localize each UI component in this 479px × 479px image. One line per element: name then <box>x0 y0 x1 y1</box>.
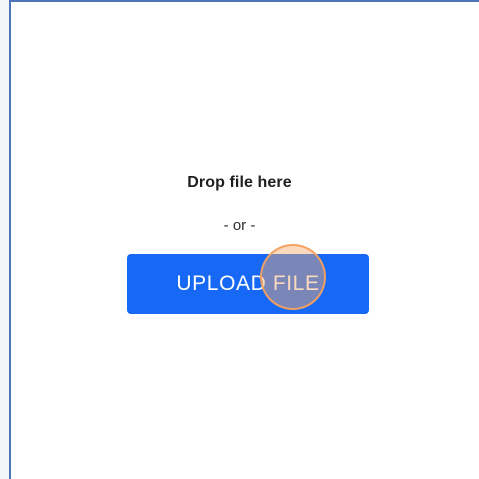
upload-file-button[interactable]: UPLOAD FILE <box>127 254 369 314</box>
or-divider: - or - <box>223 217 256 234</box>
upload-page: Drop file here - or - UPLOAD FILE <box>0 0 479 479</box>
window-left-border <box>0 0 11 479</box>
drop-zone-title: Drop file here <box>187 174 292 191</box>
file-drop-zone[interactable] <box>11 2 479 479</box>
